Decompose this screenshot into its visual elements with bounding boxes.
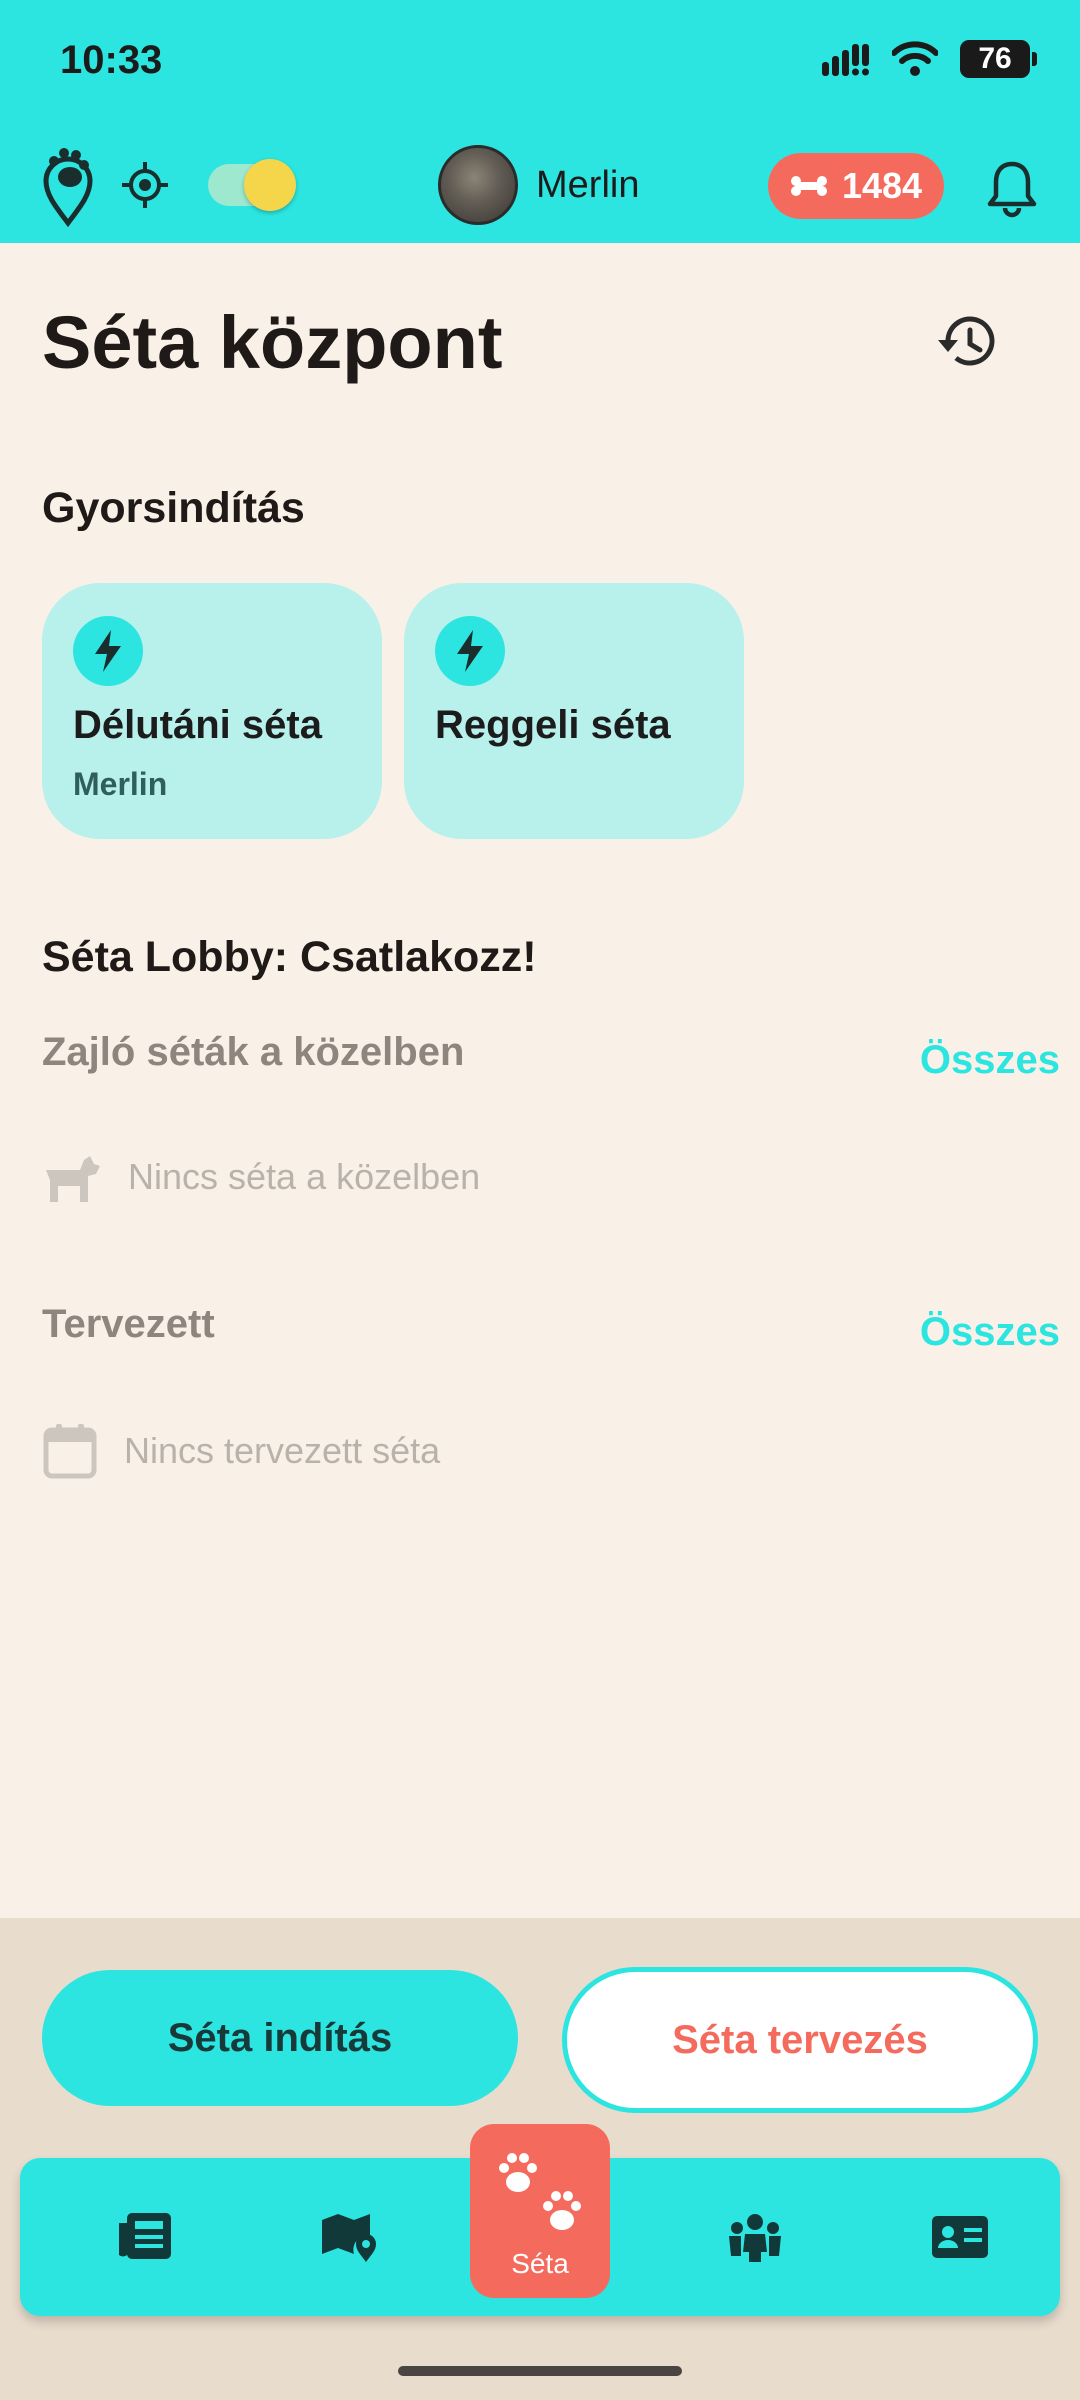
paws-icon [499, 2153, 581, 2230]
bones-count: 1484 [841, 165, 923, 206]
quick-start-card-title: Délutáni séta [73, 703, 322, 747]
nav-community[interactable] [695, 2158, 815, 2316]
nearby-empty-text: Nincs séta a közelben [128, 1156, 481, 1197]
top-bar: 10:33 76 Merlin 1484 [0, 0, 1080, 243]
paw-location-icon[interactable] [40, 145, 96, 227]
quick-start-card-title: Reggeli séta [435, 703, 671, 747]
page-title: Séta központ [42, 301, 503, 384]
nav-map[interactable] [290, 2158, 410, 2316]
start-walk-button[interactable]: Séta indítás [42, 1970, 518, 2106]
id-card-icon [932, 2216, 988, 2258]
bone-icon [790, 176, 827, 196]
nav-feed[interactable] [85, 2158, 205, 2316]
status-icons: 76 [822, 40, 1037, 78]
planned-walks-title: Tervezett [42, 1302, 215, 1346]
nearby-walks-title: Zajló séták a közelben [42, 1030, 465, 1074]
toggle-knob [244, 159, 296, 211]
battery-indicator: 76 [960, 40, 1037, 78]
nav-profile[interactable] [900, 2158, 1020, 2316]
quick-start-card-subtitle: Merlin [73, 766, 168, 802]
planned-empty-state: Nincs tervezett séta [42, 1422, 440, 1480]
plan-walk-button[interactable]: Séta tervezés [562, 1967, 1038, 2113]
nearby-empty-state: Nincs séta a közelben [42, 1150, 480, 1204]
wifi-icon [892, 41, 938, 76]
app-header: Merlin 1484 [0, 140, 1080, 230]
quick-start-card-morning[interactable]: Reggeli séta [404, 583, 744, 839]
dog-icon [46, 1156, 100, 1202]
mode-toggle[interactable] [208, 159, 296, 211]
lightning-icon [435, 616, 505, 686]
planned-empty-text: Nincs tervezett séta [124, 1430, 441, 1471]
quick-start-title: Gyorsindítás [42, 484, 305, 532]
my-location-icon[interactable] [120, 160, 170, 210]
map-pin-icon [322, 2214, 376, 2262]
calendar-icon [43, 1424, 97, 1479]
group-icon [729, 2214, 781, 2262]
nav-walk-label: Séta [511, 2248, 569, 2279]
notification-bell-icon[interactable] [984, 158, 1040, 218]
history-icon[interactable] [936, 312, 1000, 372]
nearby-see-all-link[interactable]: Összes [920, 1038, 1060, 1083]
quick-start-card-afternoon[interactable]: Délutáni séta Merlin [42, 583, 382, 839]
dog-profile-selector[interactable]: Merlin [438, 145, 639, 225]
signal-icon [822, 44, 869, 76]
dog-name: Merlin [536, 163, 640, 206]
newspaper-icon [119, 2213, 171, 2259]
planned-see-all-link[interactable]: Összes [920, 1310, 1060, 1355]
lightning-icon [73, 616, 143, 686]
nav-walk[interactable]: Séta [470, 2124, 610, 2298]
avatar [438, 145, 518, 225]
status-time: 10:33 [60, 38, 163, 82]
bones-counter[interactable]: 1484 [768, 153, 944, 219]
lobby-title: Séta Lobby: Csatlakozz! [42, 933, 537, 981]
home-indicator[interactable] [398, 2366, 682, 2376]
